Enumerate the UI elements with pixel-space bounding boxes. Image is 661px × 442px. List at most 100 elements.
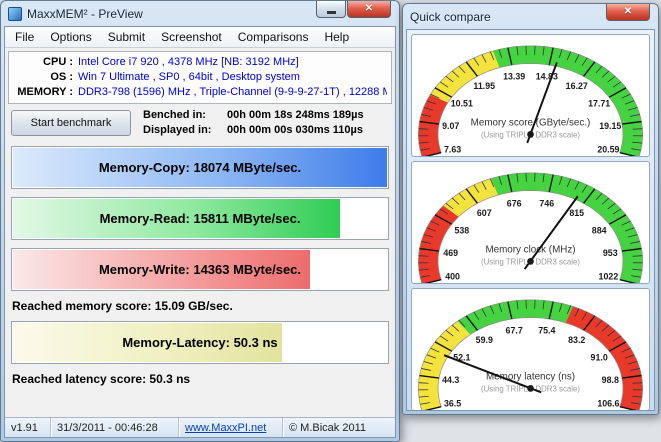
info-row-os: OS : Win 7 Ultimate , SP0 , 64bit , Deskt… [13,70,387,85]
status-bar: v1.91 31/3/2011 - 00:46:28 www.MaxxPI.net ©… [5,417,395,437]
gauge-scale-label: 98.8 [602,375,619,385]
menu-bar: FileOptionsSubmitScreenshotComparisonsHe… [5,27,395,48]
minimize-button[interactable] [316,1,346,18]
gauge-scale-label: 10.51 [451,98,473,108]
benchmark-row: Start benchmark Benched in:00h 00m 18s 2… [11,108,389,138]
compare-window-controls: ✕ [606,4,650,21]
gauge-scale-label: 1022 [599,272,619,282]
gauge-scale-label: 16.27 [566,81,588,91]
gauge-scale-label: 953 [603,248,618,258]
gauge-memory-clock: 400 469 538 607 676 746 815 884 953 1022 Memory cl… [411,161,650,284]
info-row-cpu: CPU : Intel Core i7 920 , 4378 MHz [NB: 3… [13,55,387,70]
gauge-title: Memory clock (MHz) [485,245,575,256]
gauge-scale-label: 884 [592,225,607,235]
gauge-scale-label: 44.3 [442,375,459,385]
gauge-scale-label: 59.9 [476,335,493,345]
gauge-memory-score: 7.63 9.07 10.5111.95 13.39 14.83 16.2717.71 19… [411,34,650,157]
bar-memory-write-label: Memory-Write: 14363 MByte/sec. [12,249,388,290]
status-version-text: v1.91 [11,422,38,434]
displayed-in-row: Displayed in:00h 00m 00s 030ms 110µs [143,123,364,138]
gauge-memory-score-svg: 7.63 9.07 10.5111.95 13.39 14.83 16.2717.71 19… [412,35,649,156]
latency-bar-slot: Memory-Latency: 50.3 ns [5,321,395,364]
gauge-scale-label: 20.59 [597,145,619,155]
info-value: Win 7 Ultimate , SP0 , 64bit , Desktop s… [78,70,300,85]
gauge-title: Memory score (GByte/sec.) [471,118,591,129]
gauge-scale-label: 52.1 [453,352,470,362]
gauge-scale-label: 746 [539,198,554,208]
gauge-segment-1 [430,51,499,103]
gauge-segment-2 [491,173,643,283]
menu-help[interactable]: Help [316,28,357,46]
gauge-scale-label: 36.5 [444,399,461,409]
window-controls: ✕ [316,1,391,18]
info-value: Intel Core i7 920 , 4378 MHz [NB: 3192 M… [78,55,299,70]
status-copyright-text: © M.Bicak 2011 [289,422,366,434]
gauge-needle-hub [527,385,534,392]
memory-score-text: Reached memory score: 15.09 GB/sec. [12,299,388,313]
status-copyright: © M.Bicak 2011 [283,418,395,437]
bar-memory-latency-label: Memory-Latency: 50.3 ns [12,322,388,363]
window-title: MaxxMEM² - PreView [27,7,143,21]
gauges-container: 7.63 9.07 10.5111.95 13.39 14.83 16.2717.71 19… [406,29,655,411]
maxxmem-client: FileOptionsSubmitScreenshotComparisonsHe… [4,26,396,438]
gauge-scale-label: 538 [454,225,469,235]
menu-comparisons[interactable]: Comparisons [230,28,317,46]
bar-memory-write: Memory-Write: 14363 MByte/sec. [11,248,389,291]
gauge-scale-label: 13.39 [503,71,525,81]
gauge-scale-label: 607 [477,208,492,218]
benched-in-row: Benched in:00h 00m 18s 248ms 189µs [143,108,364,123]
info-label: OS : [13,70,73,85]
status-datetime: 31/3/2011 - 00:46:28 [51,418,179,437]
gauge-scale-label: 7.63 [444,145,461,155]
benched-in-value: 00h 00m 18s 248ms 189µs [227,109,364,121]
benched-in-label: Benched in: [143,108,227,123]
menu-screenshot[interactable]: Screenshot [153,28,230,46]
gauge-memory-latency-svg: 36.5 44.3 52.1 59.9 67.7 75.4 83.2 91.0 98.8 106.… [412,289,649,410]
info-label: MEMORY : [13,85,73,100]
gauge-memory-clock-svg: 400 469 538 607 676 746 815 884 953 1022 Memory cl… [412,162,649,283]
start-benchmark-button[interactable]: Start benchmark [11,110,131,136]
gauge-scale-label: 75.4 [538,325,555,335]
gauge-scale-label: 400 [445,272,460,282]
compare-titlebar[interactable]: Quick compare ✕ [403,4,658,29]
gauge-scale-label: 11.95 [473,81,495,91]
app-icon [8,7,22,21]
status-maxxpi-link-text[interactable]: www.MaxxPI.net [185,422,266,434]
gauge-needle-hub [527,131,534,138]
compare-window-title: Quick compare [410,10,491,24]
gauge-scale-label: 83.2 [568,335,585,345]
gauge-scale-label: 14.83 [536,71,558,81]
benchmark-times: Benched in:00h 00m 18s 248ms 189µs Displ… [143,108,364,138]
gauge-scale-label: 815 [569,208,584,218]
gauge-scale-label: 67.7 [506,325,523,335]
maxxmem-titlebar[interactable]: MaxxMEM² - PreView ✕ [1,1,399,26]
menu-file[interactable]: File [7,28,42,46]
displayed-in-value: 00h 00m 00s 030ms 110µs [227,124,363,136]
gauge-memory-latency: 36.5 44.3 52.1 59.9 67.7 75.4 83.2 91.0 98.8 106.… [411,288,650,411]
displayed-in-label: Displayed in: [143,123,227,138]
info-label: CPU : [13,55,73,70]
info-row-memory: MEMORY : DDR3-798 (1596) MHz , Triple-Cha… [13,85,387,100]
gauge-scale-label: 19.15 [599,121,621,131]
gauge-scale-label: 676 [507,198,522,208]
gauge-scale-label: 469 [443,248,458,258]
info-value: DDR3-798 (1596) MHz , Triple-Channel (9-… [78,85,387,100]
maxxmem-window: MaxxMEM² - PreView ✕ FileOptionsSubmitSc… [0,0,400,442]
gauge-needle-hub [527,258,534,265]
close-button[interactable]: ✕ [347,1,391,18]
bar-memory-copy: Memory-Copy: 18074 MByte/sec. [11,146,389,189]
minimize-icon [327,11,336,14]
gauge-scale-label: 106.6 [597,399,619,409]
system-info-panel: CPU : Intel Core i7 920 , 4378 MHz [NB: 3… [8,51,392,104]
gauge-scale-label: 17.71 [588,98,610,108]
bar-memory-copy-label: Memory-Copy: 18074 MByte/sec. [12,147,388,188]
gauge-segment-2 [493,46,643,156]
benchmark-bars: Memory-Copy: 18074 MByte/sec. Memory-Read… [5,146,395,291]
gauge-scale-label: 91.0 [591,352,608,362]
menu-submit[interactable]: Submit [100,28,153,46]
gauge-scale-label: 9.07 [442,121,459,131]
menu-options[interactable]: Options [42,28,99,46]
compare-close-button[interactable]: ✕ [606,4,650,21]
bar-memory-read: Memory-Read: 15811 MByte/sec. [11,197,389,240]
status-maxxpi-link[interactable]: www.MaxxPI.net [179,418,283,437]
